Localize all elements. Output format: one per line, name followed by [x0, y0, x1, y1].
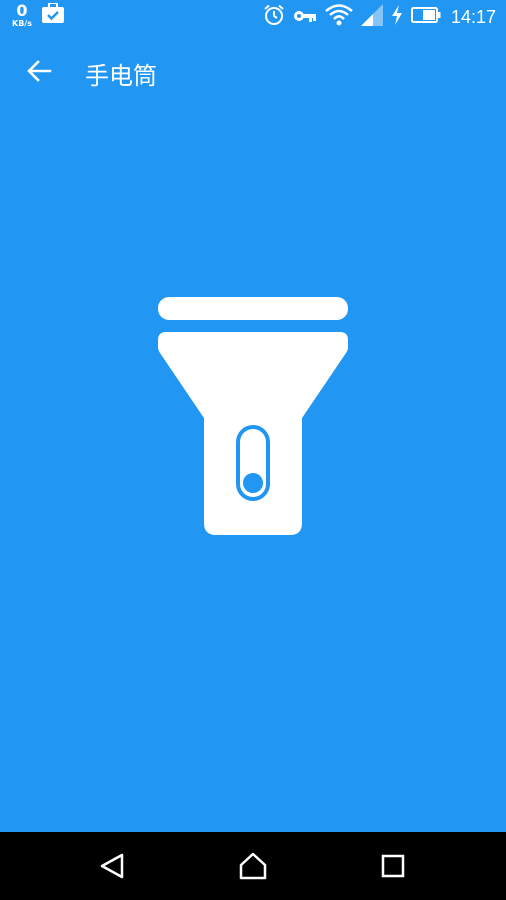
flashlight-toggle-button[interactable]	[158, 297, 348, 537]
alarm-icon	[263, 4, 285, 30]
arrow-left-icon	[26, 59, 52, 87]
status-clock: 14:17	[450, 6, 496, 27]
battery-icon	[410, 7, 441, 27]
cell-signal-icon	[360, 4, 383, 30]
briefcase-check-icon	[41, 2, 64, 27]
network-speed-unit: KB/s	[12, 19, 32, 28]
network-speed-value: 0	[16, 1, 28, 20]
flashlight-icon	[158, 297, 348, 541]
page-title: 手电筒	[85, 62, 157, 90]
status-bar: 0 KB/s 14:17	[0, 0, 506, 34]
status-bar-left: 0 KB/s	[12, 2, 64, 28]
network-speed: 0 KB/s	[12, 3, 32, 28]
charging-bolt-icon	[391, 5, 403, 29]
back-button[interactable]	[22, 56, 56, 90]
wifi-icon	[325, 4, 353, 30]
status-bar-right: 14:17	[263, 4, 496, 30]
navigation-bar	[0, 832, 506, 900]
app-bar: 手电筒	[0, 34, 506, 114]
nav-home-icon	[238, 852, 268, 884]
nav-recents-icon	[380, 853, 406, 883]
nav-back-icon	[98, 852, 126, 884]
key-icon	[293, 8, 317, 27]
nav-home-button[interactable]	[233, 848, 273, 888]
nav-recents-button[interactable]	[373, 848, 413, 888]
nav-back-button[interactable]	[92, 848, 132, 888]
